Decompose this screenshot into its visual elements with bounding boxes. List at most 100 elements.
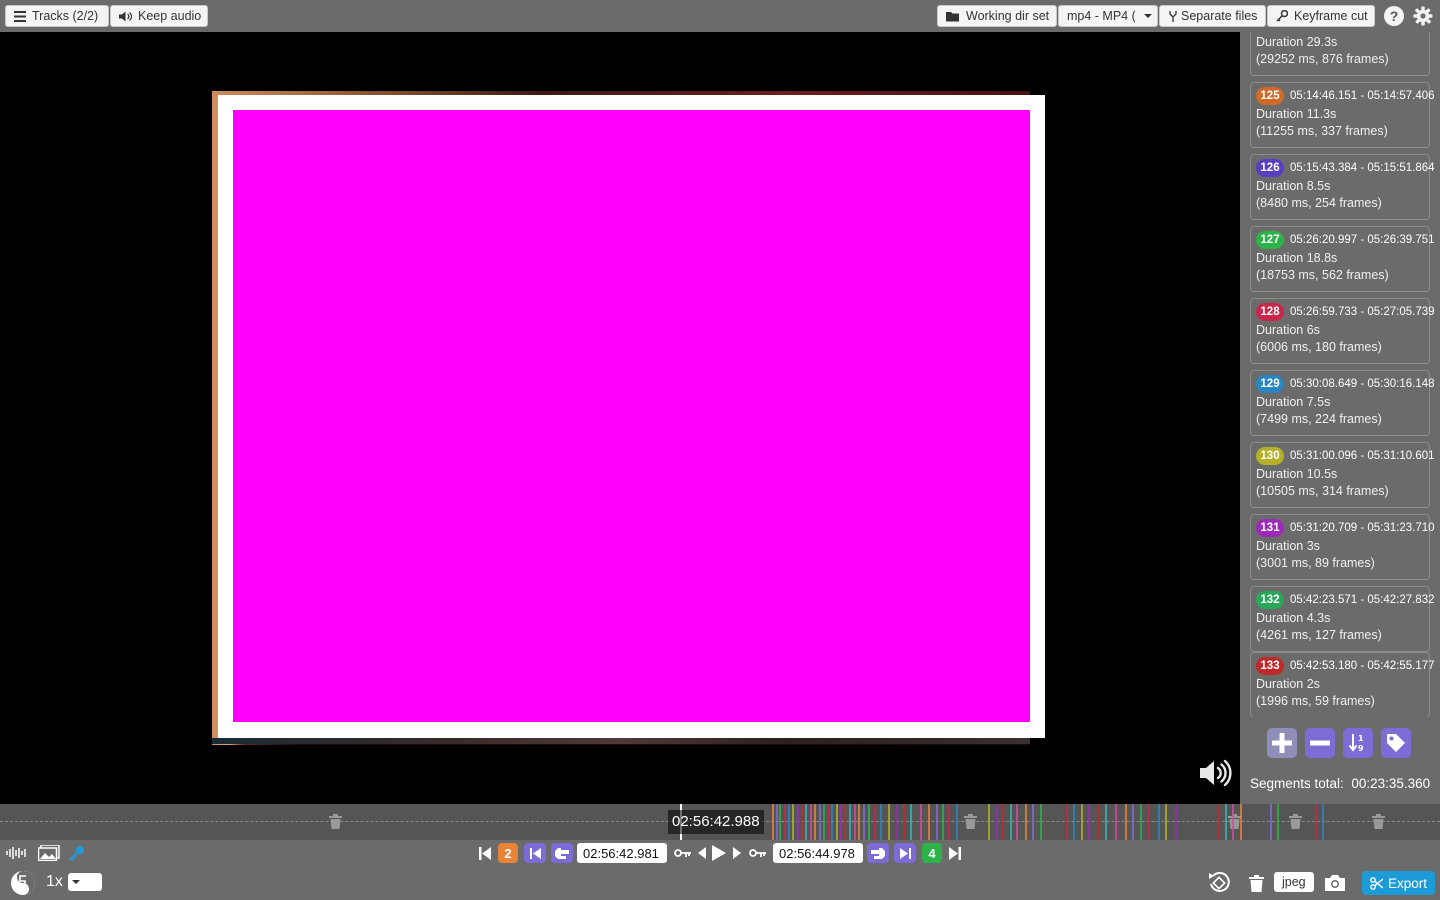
help-icon[interactable]: ? (1384, 6, 1404, 26)
volume-icon[interactable] (1198, 758, 1232, 793)
timeline-segment-mark[interactable] (788, 804, 790, 840)
timeline-segment-mark[interactable] (840, 804, 842, 840)
timeline-segment-mark[interactable] (1232, 804, 1234, 840)
cut-start-time-input[interactable]: 02:56:42.981 (577, 843, 667, 863)
timeline-segment-mark[interactable] (1032, 804, 1034, 840)
gear-icon[interactable] (1413, 6, 1433, 26)
working-dir-button[interactable]: Working dir set (937, 5, 1057, 27)
segment-end-number[interactable]: 4 (922, 843, 942, 863)
segment-item[interactable]: 127 05:26:20.997 - 05:26:39.751 Duration … (1250, 226, 1435, 292)
timeline-segment-mark[interactable] (1225, 804, 1227, 840)
timeline-segment-mark[interactable] (854, 804, 856, 840)
timeline-segment-mark[interactable] (1010, 804, 1012, 840)
timeline-segment-mark[interactable] (903, 804, 905, 840)
timeline-segment-mark[interactable] (1175, 804, 1177, 840)
thumbnails-icon[interactable] (37, 843, 61, 863)
keyframe-cut-button[interactable]: Keyframe cut (1267, 5, 1375, 27)
segment-item[interactable]: 126 05:15:43.384 - 05:15:51.864 Duration … (1250, 154, 1435, 220)
timeline-segment-mark[interactable] (1148, 804, 1150, 840)
timeline-segment-mark[interactable] (920, 804, 922, 840)
timeline-segment-mark[interactable] (810, 804, 812, 840)
timeline[interactable]: 02:56:42.988 (0, 804, 1440, 840)
timeline-segment-mark[interactable] (868, 804, 870, 840)
segment-item[interactable]: Duration 29.3s (29252 ms, 876 frames) (1250, 32, 1430, 76)
trash-icon[interactable] (329, 814, 342, 834)
segment-item[interactable]: 133 05:42:53.180 - 05:42:55.177 Duration … (1250, 652, 1435, 717)
keyframe-forward-icon[interactable] (748, 843, 766, 863)
timeline-segment-mark[interactable] (849, 804, 851, 840)
tracks-button[interactable]: Tracks (2/2) (5, 5, 109, 27)
jump-to-start-icon[interactable] (477, 843, 493, 863)
timeline-segment-mark[interactable] (888, 804, 890, 840)
timeline-segment-mark[interactable] (1165, 804, 1167, 840)
keyframe-back-icon[interactable] (673, 843, 691, 863)
segment-start-number[interactable]: 2 (498, 843, 518, 863)
timeline-segment-mark[interactable] (1025, 804, 1027, 840)
timeline-segment-mark[interactable] (1132, 804, 1134, 840)
timeline-segment-mark[interactable] (1322, 804, 1324, 840)
timeline-segment-mark[interactable] (874, 804, 876, 840)
segment-item[interactable]: 131 05:31:20.709 - 05:31:23.710 Duration … (1250, 514, 1435, 580)
timeline-segment-mark[interactable] (776, 804, 778, 840)
timeline-segment-mark[interactable] (819, 804, 821, 840)
frame-back-icon[interactable] (697, 843, 707, 863)
timeline-segment-mark[interactable] (988, 804, 990, 840)
timeline-segment-mark[interactable] (1125, 804, 1127, 840)
sort-segments-button[interactable]: 19 (1343, 728, 1373, 758)
timeline-segment-mark[interactable] (1158, 804, 1160, 840)
segment-item[interactable]: 125 05:14:46.151 - 05:14:57.406 Duration … (1250, 82, 1435, 148)
trash-icon[interactable] (1247, 872, 1265, 894)
segment-item[interactable]: 130 05:31:00.096 - 05:31:10.601 Duration … (1250, 442, 1435, 508)
timeline-segment-mark[interactable] (1073, 804, 1075, 840)
timeline-segment-mark[interactable] (942, 804, 944, 840)
timeline-segment-mark[interactable] (1066, 804, 1068, 840)
timeline-segment-mark[interactable] (1270, 804, 1272, 840)
timeline-segment-mark[interactable] (823, 804, 825, 840)
timeline-segment-mark[interactable] (1105, 804, 1107, 840)
frame-forward-icon[interactable] (732, 843, 742, 863)
timeline-segment-mark[interactable] (779, 804, 781, 840)
jump-to-cut-start-button[interactable] (524, 843, 546, 863)
play-icon[interactable] (711, 843, 727, 863)
set-cut-end-button[interactable] (867, 843, 889, 863)
timeline-segment-mark[interactable] (827, 804, 829, 840)
trash-icon[interactable] (1372, 814, 1385, 834)
segment-item[interactable]: 129 05:30:08.649 - 05:30:16.148 Duration … (1250, 370, 1435, 436)
waveform-icon[interactable] (5, 843, 29, 863)
timeline-segment-mark[interactable] (797, 804, 799, 840)
timeline-segment-mark[interactable] (858, 804, 860, 840)
timeline-segment-mark[interactable] (1277, 804, 1279, 840)
timeline-segment-mark[interactable] (910, 804, 912, 840)
timeline-segment-mark[interactable] (1016, 804, 1018, 840)
segment-item[interactable]: 132 05:42:23.571 - 05:42:27.832 Duration … (1250, 586, 1435, 652)
camera-icon[interactable] (1324, 873, 1346, 893)
timeline-segment-mark[interactable] (948, 804, 950, 840)
add-segment-button[interactable] (1267, 728, 1297, 758)
timeline-segment-mark[interactable] (896, 804, 898, 840)
timeline-segment-mark[interactable] (772, 804, 774, 840)
timeline-segment-mark[interactable] (792, 804, 794, 840)
timeline-segment-mark[interactable] (1218, 804, 1220, 840)
remove-segment-button[interactable] (1305, 728, 1335, 758)
timeline-segment-mark[interactable] (814, 804, 816, 840)
cut-end-time-input[interactable]: 02:56:44.978 (773, 843, 863, 863)
timeline-segment-mark[interactable] (880, 804, 882, 840)
timeline-segment-mark[interactable] (831, 804, 833, 840)
timeline-segment-mark[interactable] (801, 804, 803, 840)
segment-item[interactable]: 128 05:26:59.733 - 05:27:05.739 Duration … (1250, 298, 1435, 364)
timeline-segment-mark[interactable] (936, 804, 938, 840)
timeline-segment-mark[interactable] (956, 804, 958, 840)
timeline-segment-mark[interactable] (836, 804, 838, 840)
timeline-segment-mark[interactable] (928, 804, 930, 840)
playback-rate-select[interactable] (68, 873, 102, 891)
timeline-segment-mark[interactable] (996, 804, 998, 840)
timeline-segment-mark[interactable] (784, 804, 786, 840)
set-cut-start-button[interactable] (551, 843, 573, 863)
rotate-icon[interactable] (1206, 871, 1232, 895)
export-button[interactable]: Export (1362, 871, 1435, 895)
separate-files-button[interactable]: Separate files (1159, 5, 1266, 27)
timeline-segment-mark[interactable] (1115, 804, 1117, 840)
timeline-segment-mark[interactable] (805, 804, 807, 840)
timeline-segment-mark[interactable] (1040, 804, 1042, 840)
keyframes-key-icon[interactable] (67, 843, 87, 863)
